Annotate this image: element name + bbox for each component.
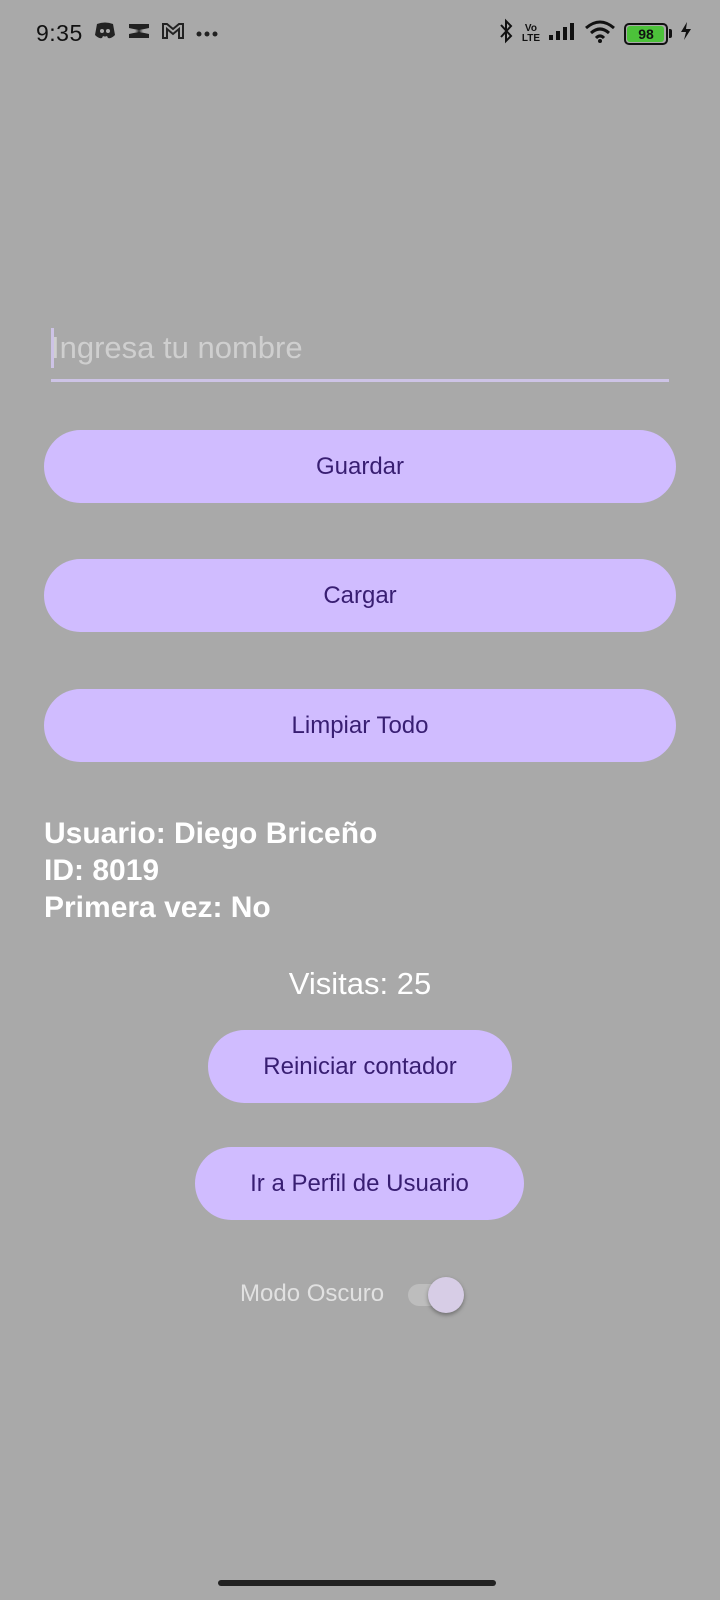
dark-mode-row: Modo Oscuro (240, 1277, 465, 1313)
clear-all-button[interactable]: Limpiar Todo (44, 689, 676, 762)
battery-body: 98 (624, 22, 668, 45)
wifi-icon (584, 19, 616, 48)
home-indicator[interactable] (218, 1580, 496, 1586)
battery-icon: 98 (624, 22, 672, 45)
more-dots-icon (195, 25, 219, 43)
charging-icon (680, 21, 692, 46)
load-button[interactable]: Cargar (44, 559, 676, 632)
save-button[interactable]: Guardar (44, 430, 676, 503)
text-caret (51, 328, 54, 368)
reset-counter-button[interactable]: Reiniciar contador (208, 1030, 512, 1103)
dark-mode-switch[interactable] (406, 1277, 465, 1313)
switch-thumb[interactable] (428, 1277, 465, 1313)
go-to-profile-button[interactable]: Ir a Perfil de Usuario (195, 1147, 524, 1220)
name-input[interactable] (51, 320, 669, 376)
visits-counter: Visitas: 25 (288, 966, 432, 1001)
name-field[interactable] (51, 320, 669, 382)
volte-icon: Vo LTE (521, 22, 540, 44)
status-bar: 9:35 Vo LTE 98 (0, 0, 720, 72)
user-id-line: ID: 8019 (44, 854, 160, 887)
first-time-line: Primera vez: No (44, 891, 271, 924)
signal-icon (548, 21, 576, 46)
user-info: Usuario: Diego Briceño ID: 8019 Primera … (44, 815, 377, 926)
capcut-icon (127, 21, 151, 46)
dark-mode-label: Modo Oscuro (240, 1280, 385, 1307)
gmail-icon (161, 21, 185, 46)
status-bar-right: Vo LTE 98 (498, 18, 692, 49)
discord-icon (93, 21, 117, 46)
battery-level: 98 (638, 25, 654, 42)
status-time: 9:35 (36, 20, 83, 46)
bluetooth-icon (498, 18, 514, 49)
user-name-line: Usuario: Diego Briceño (44, 817, 378, 850)
status-bar-left: 9:35 (36, 20, 219, 47)
battery-tip (669, 29, 672, 38)
